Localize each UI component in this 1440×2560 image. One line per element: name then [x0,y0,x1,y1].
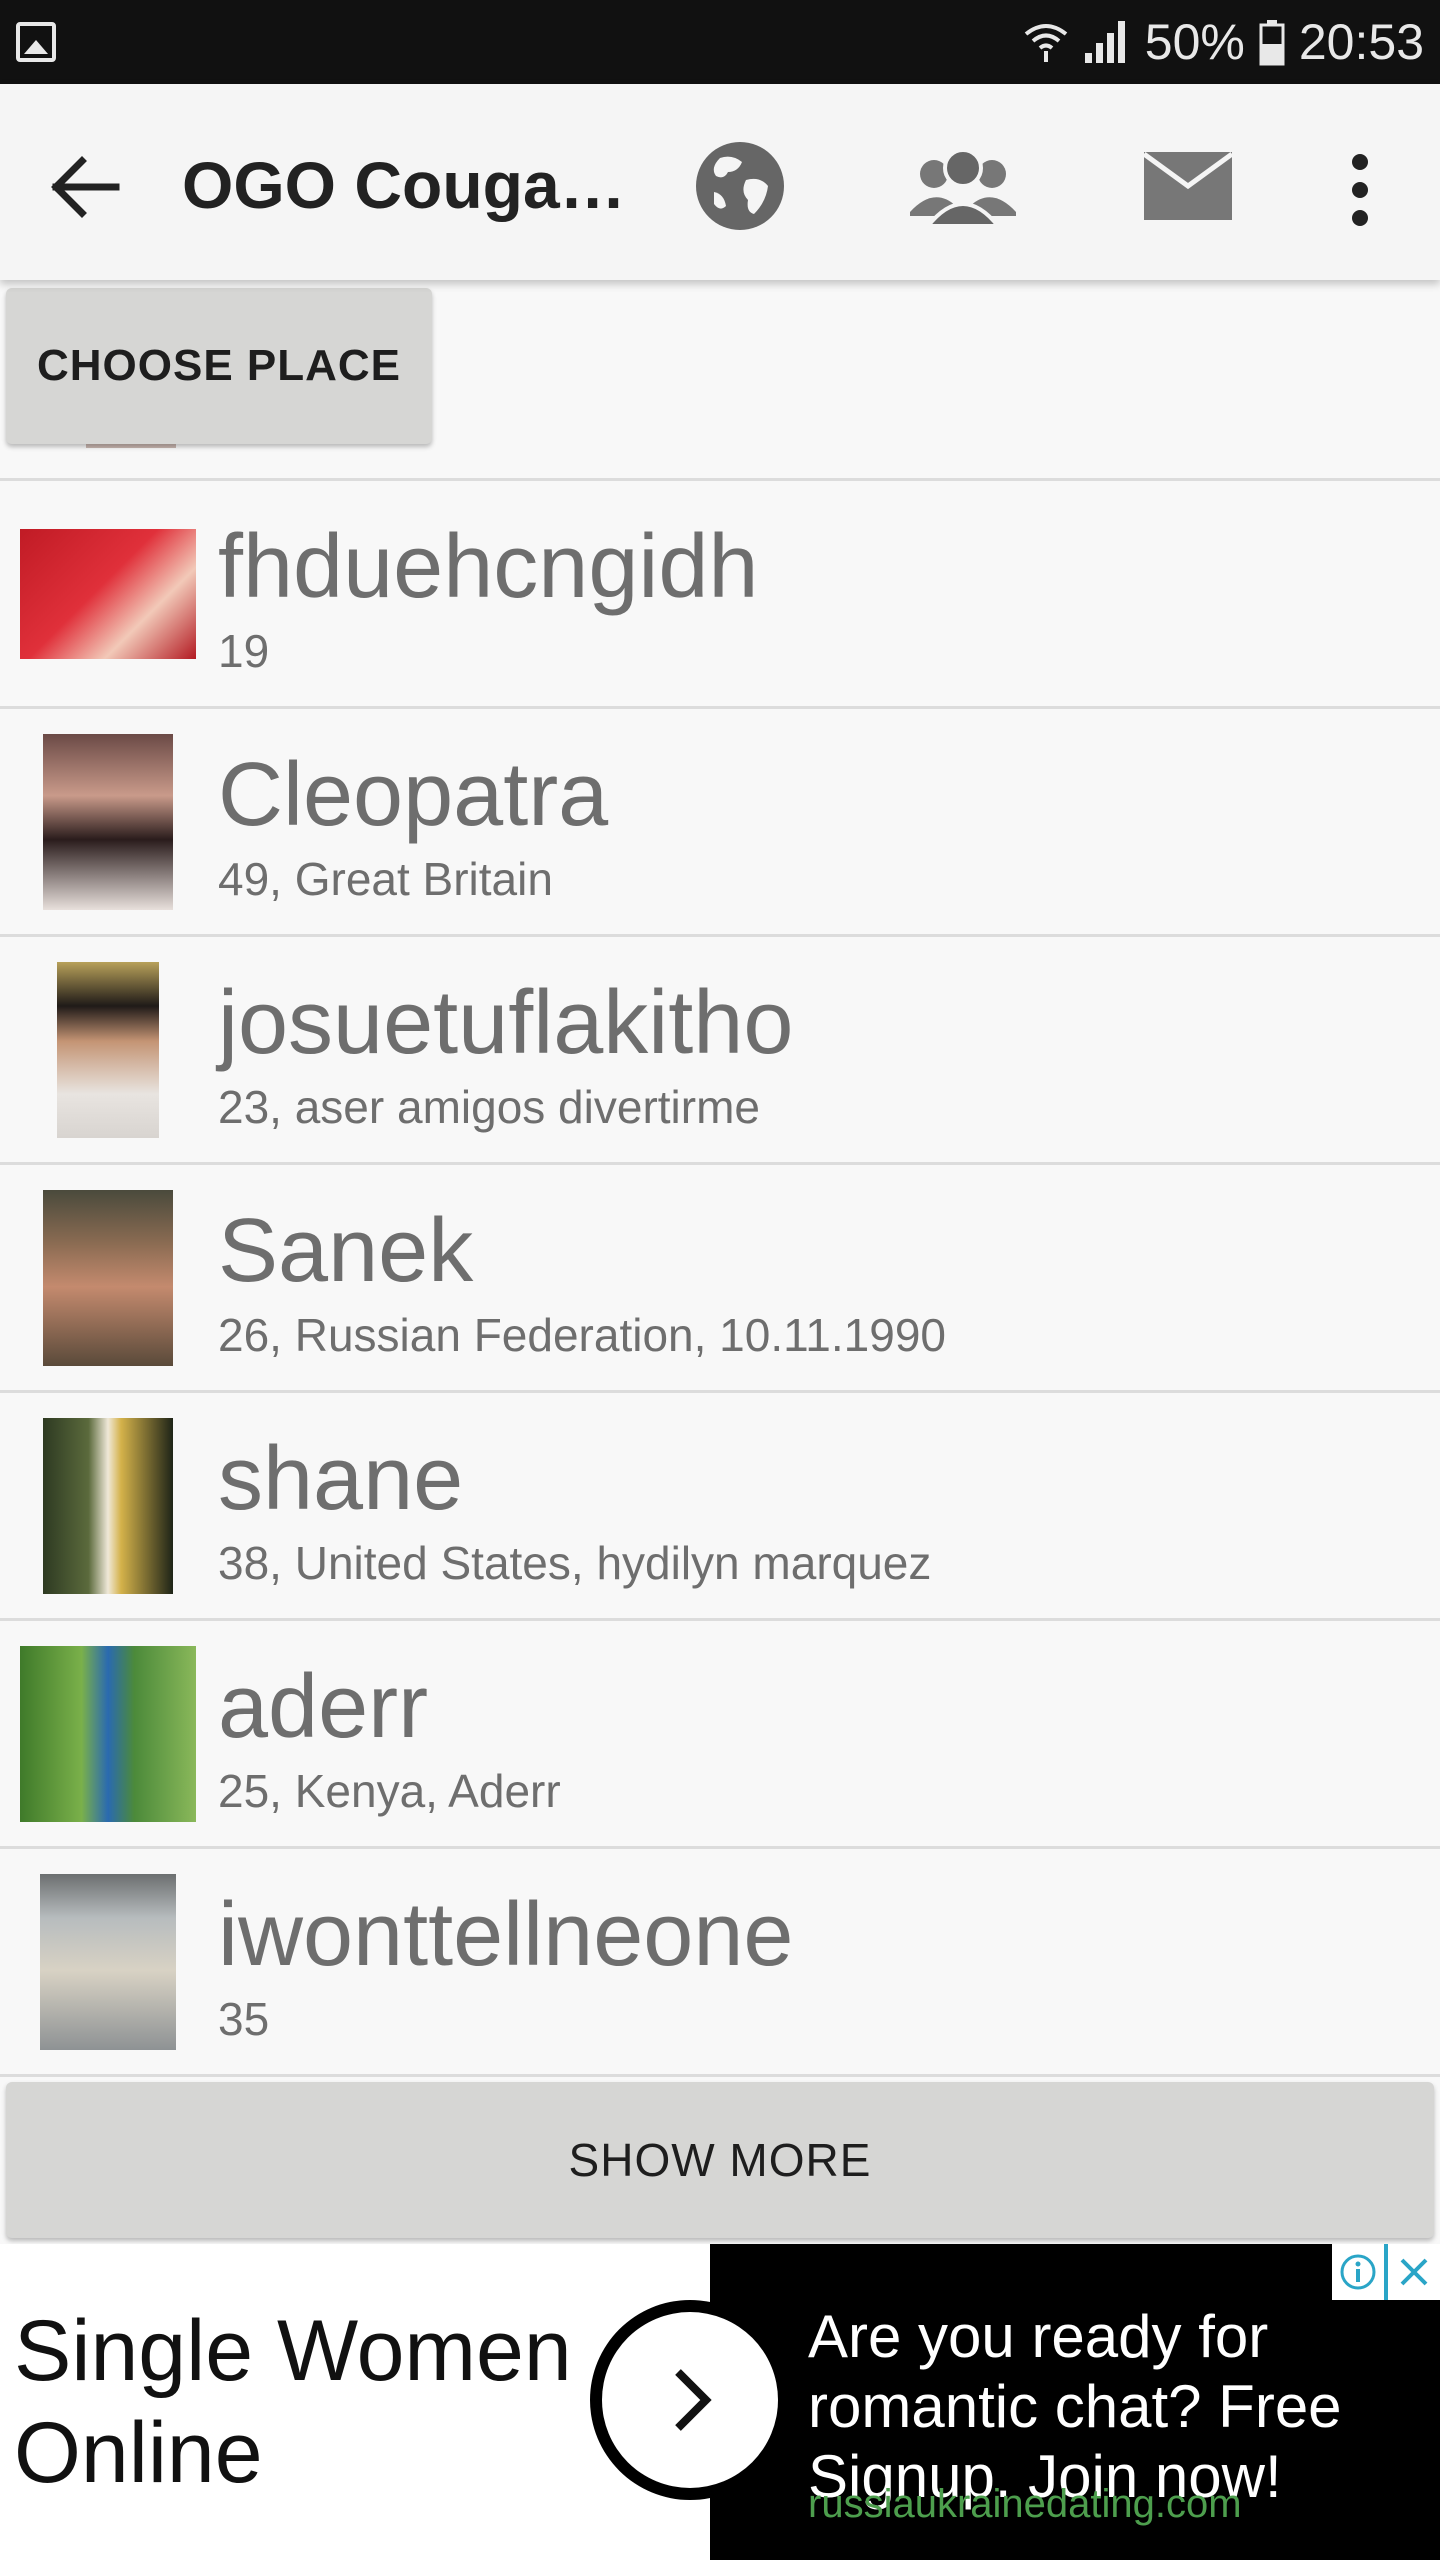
avatar [20,528,196,659]
signal-icon [1084,21,1125,63]
user-name: Cleopatra [218,745,609,845]
people-icon [910,148,1016,228]
user-details: 38, United States, hydilyn marquez [218,1537,932,1589]
back-arrow-icon [51,156,120,218]
user-details: 25, Kenya, Aderr [218,1765,561,1817]
clock: 20:53 [1298,14,1424,70]
user-name: shane [218,1429,464,1529]
avatar [57,961,159,1138]
user-details: 23, aser amigos divertirme [218,1081,760,1133]
page-title: OGO Couga… [182,148,622,222]
battery-percent: 50% [1144,14,1245,70]
list-item[interactable]: shane 38, United States, hydilyn marquez [0,1393,1440,1621]
people-button[interactable] [908,142,1018,232]
avatar [40,1873,176,2050]
list-item[interactable]: iwonttellneone 35 [0,1849,1440,2077]
more-vert-icon [1352,154,1368,226]
user-name: josuetuflakitho [218,973,794,1073]
list-item[interactable]: Sanek 26, Russian Federation, 10.11.1990 [0,1165,1440,1393]
choose-place-button[interactable]: CHOOSE PLACE [6,288,432,444]
avatar [43,1189,173,1366]
status-right: 50% 20:53 [1023,0,1424,84]
ad-banner[interactable]: Single Women Online Are you ready for ro… [0,2244,1440,2560]
list-item[interactable]: Cleopatra 49, Great Britain [0,709,1440,937]
show-more-button[interactable]: SHOW MORE [6,2082,1434,2238]
user-details: 19 [218,625,270,677]
user-name: iwonttellneone [218,1885,794,1985]
ad-choices[interactable] [1332,2244,1440,2300]
battery-icon [1259,20,1285,66]
globe-icon [696,142,784,230]
gallery-icon [16,22,56,62]
arrow-right-icon [675,2369,712,2431]
back-button[interactable] [40,142,130,232]
user-details: 35 [218,1993,270,2045]
app-bar: OGO Couga… [0,84,1440,280]
ad-body: Are you ready for romantic chat? Free Si… [808,2303,1342,2510]
list-item[interactable]: aderr 25, Kenya, Aderr [0,1621,1440,1849]
info-icon[interactable] [1332,2244,1384,2300]
mail-button[interactable] [1140,146,1236,226]
status-bar: 50% 20:53 [0,0,1440,84]
scrolled-item-edge [86,444,176,448]
user-details: 49, Great Britain [218,853,553,905]
avatar [43,1417,173,1594]
user-name: aderr [218,1657,429,1757]
ad-domain: russiaukrainedating.com [808,2482,1242,2526]
list-item[interactable]: josuetuflakitho 23, aser amigos divertir… [0,937,1440,1165]
avatar [43,733,173,910]
list-item[interactable]: fhduehcngidh 19 [0,481,1440,709]
ad-arrow-button[interactable] [590,2300,790,2500]
more-options-button[interactable] [1330,140,1390,240]
user-name: Sanek [218,1201,474,1301]
user-details: 26, Russian Federation, 10.11.1990 [218,1309,946,1361]
user-list: fhduehcngidh 19 Cleopatra 49, Great Brit… [0,481,1440,2077]
wifi-icon [1024,24,1068,62]
mail-icon [1142,151,1234,220]
close-icon[interactable] [1388,2244,1440,2300]
user-name: fhduehcngidh [218,517,759,617]
globe-button[interactable] [690,136,790,236]
ad-headline: Single Women Online [14,2303,572,2501]
avatar [20,1645,196,1822]
